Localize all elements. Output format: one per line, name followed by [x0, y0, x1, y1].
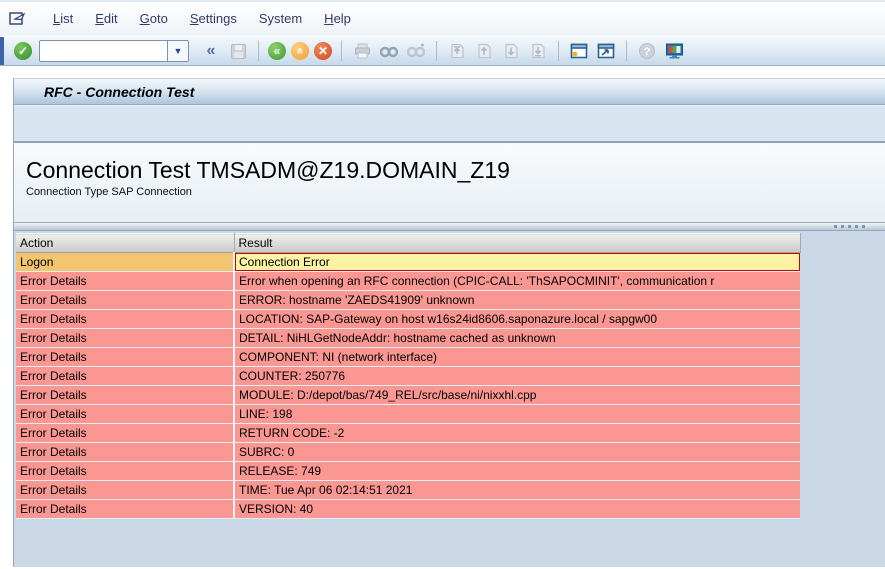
action-cell[interactable]: Error Details: [16, 500, 234, 519]
result-cell[interactable]: TIME: Tue Apr 06 02:14:51 2021: [234, 481, 800, 500]
result-cell[interactable]: DETAIL: NiHLGetNodeAddr: hostname cached…: [234, 329, 800, 348]
result-cell[interactable]: Connection Error: [234, 253, 800, 272]
result-cell[interactable]: ERROR: hostname 'ZAEDS41909' unknown: [234, 291, 800, 310]
menu-item-list[interactable]: List: [42, 8, 84, 29]
grip-dot: [862, 225, 865, 228]
first-page-icon[interactable]: [446, 40, 468, 62]
action-cell[interactable]: Error Details: [16, 348, 234, 367]
result-table: Action Result LogonConnection ErrorError…: [16, 233, 801, 519]
result-cell[interactable]: MODULE: D:/depot/bas/749_REL/src/base/ni…: [234, 386, 800, 405]
toolbar-separator: [258, 41, 259, 61]
screen-icon: [8, 10, 28, 28]
result-cell[interactable]: VERSION: 40: [234, 500, 800, 519]
table-row[interactable]: Error DetailsRELEASE: 749: [16, 462, 800, 481]
menu-item-goto[interactable]: Goto: [129, 8, 179, 29]
result-cell[interactable]: LINE: 198: [234, 405, 800, 424]
standard-toolbar: ✓ ▼ « « « ✕: [0, 36, 885, 66]
back-icon[interactable]: «: [268, 42, 286, 60]
menu-item-help[interactable]: Help: [313, 8, 362, 29]
grip-dot: [834, 225, 837, 228]
action-cell[interactable]: Error Details: [16, 386, 234, 405]
table-row[interactable]: Error DetailsVERSION: 40: [16, 500, 800, 519]
page-subtitle: Connection Type SAP Connection: [26, 186, 885, 198]
screen-title-bar: RFC - Connection Test: [14, 78, 885, 105]
collapse-icon[interactable]: «: [200, 40, 222, 62]
column-header-action[interactable]: Action: [16, 234, 234, 253]
table-row[interactable]: Error DetailsLINE: 198: [16, 405, 800, 424]
column-header-result[interactable]: Result: [234, 234, 800, 253]
action-cell[interactable]: Error Details: [16, 405, 234, 424]
splitter-handle[interactable]: [14, 222, 885, 231]
result-cell[interactable]: RELEASE: 749: [234, 462, 800, 481]
table-header-row: Action Result: [16, 234, 800, 253]
find-next-icon[interactable]: [405, 40, 427, 62]
table-row[interactable]: Error DetailsLOCATION: SAP-Gateway on ho…: [16, 310, 800, 329]
result-cell[interactable]: SUBRC: 0: [234, 443, 800, 462]
action-cell[interactable]: Error Details: [16, 481, 234, 500]
toolbar-separator: [436, 41, 437, 61]
last-page-icon[interactable]: [527, 40, 549, 62]
result-cell[interactable]: COUNTER: 250776: [234, 367, 800, 386]
help-icon[interactable]: ?: [636, 40, 658, 62]
toolbar-separator: [558, 41, 559, 61]
grip-dot: [848, 225, 851, 228]
action-cell[interactable]: Error Details: [16, 462, 234, 481]
save-icon[interactable]: [227, 40, 249, 62]
action-cell[interactable]: Logon: [16, 253, 234, 272]
table-row[interactable]: LogonConnection Error: [16, 253, 800, 272]
result-cell[interactable]: RETURN CODE: -2: [234, 424, 800, 443]
screen-title: RFC - Connection Test: [44, 84, 194, 100]
command-field-dropdown-icon[interactable]: ▼: [167, 40, 189, 62]
menu-item-settings[interactable]: Settings: [179, 8, 248, 29]
toolbar-separator: [341, 41, 342, 61]
result-cell[interactable]: LOCATION: SAP-Gateway on host w16s24id86…: [234, 310, 800, 329]
print-icon[interactable]: [351, 40, 373, 62]
toolbar-separator: [626, 41, 627, 61]
menu-item-edit[interactable]: Edit: [84, 8, 128, 29]
customize-layout-icon[interactable]: [663, 40, 685, 62]
work-area: Connection Test TMSADM@Z19.DOMAIN_Z19 Co…: [14, 143, 885, 567]
grip-dot: [841, 225, 844, 228]
application-toolbar: [14, 105, 885, 143]
table-row[interactable]: Error DetailsERROR: hostname 'ZAEDS41909…: [16, 291, 800, 310]
page-title: Connection Test TMSADM@Z19.DOMAIN_Z19: [26, 157, 885, 184]
table-row[interactable]: Error DetailsError when opening an RFC c…: [16, 272, 800, 291]
action-cell[interactable]: Error Details: [16, 272, 234, 291]
result-table-body: LogonConnection ErrorError DetailsError …: [16, 253, 800, 519]
grip-dot: [855, 225, 858, 228]
shortcut-icon[interactable]: [595, 40, 617, 62]
cancel-icon[interactable]: ✕: [314, 42, 332, 60]
result-cell[interactable]: COMPONENT: NI (network interface): [234, 348, 800, 367]
menu-bar-items: ListEditGotoSettingsSystemHelp: [42, 10, 362, 28]
new-session-icon[interactable]: [568, 40, 590, 62]
svg-text:?: ?: [644, 46, 651, 58]
result-cell[interactable]: Error when opening an RFC connection (CP…: [234, 272, 800, 291]
action-cell[interactable]: Error Details: [16, 424, 234, 443]
find-icon[interactable]: [378, 40, 400, 62]
previous-page-icon[interactable]: [473, 40, 495, 62]
table-row[interactable]: Error DetailsRETURN CODE: -2: [16, 424, 800, 443]
action-cell[interactable]: Error Details: [16, 443, 234, 462]
table-row[interactable]: Error DetailsCOMPONENT: NI (network inte…: [16, 348, 800, 367]
table-row[interactable]: Error DetailsSUBRC: 0: [16, 443, 800, 462]
table-row[interactable]: Error DetailsMODULE: D:/depot/bas/749_RE…: [16, 386, 800, 405]
table-row[interactable]: Error DetailsDETAIL: NiHLGetNodeAddr: ho…: [16, 329, 800, 348]
action-cell[interactable]: Error Details: [16, 329, 234, 348]
action-cell[interactable]: Error Details: [16, 291, 234, 310]
action-cell[interactable]: Error Details: [16, 367, 234, 386]
enter-icon[interactable]: ✓: [14, 42, 32, 60]
command-field[interactable]: [39, 40, 167, 62]
menu-bar: ListEditGotoSettingsSystemHelp: [0, 0, 885, 36]
window-gap: [0, 66, 885, 78]
table-row[interactable]: Error DetailsCOUNTER: 250776: [16, 367, 800, 386]
result-table-area: Action Result LogonConnection ErrorError…: [14, 231, 885, 567]
action-cell[interactable]: Error Details: [16, 310, 234, 329]
connection-test-header: Connection Test TMSADM@Z19.DOMAIN_Z19 Co…: [14, 143, 885, 222]
table-row[interactable]: Error DetailsTIME: Tue Apr 06 02:14:51 2…: [16, 481, 800, 500]
exit-icon[interactable]: «: [291, 42, 309, 60]
next-page-icon[interactable]: [500, 40, 522, 62]
menu-item-system[interactable]: System: [248, 8, 313, 29]
